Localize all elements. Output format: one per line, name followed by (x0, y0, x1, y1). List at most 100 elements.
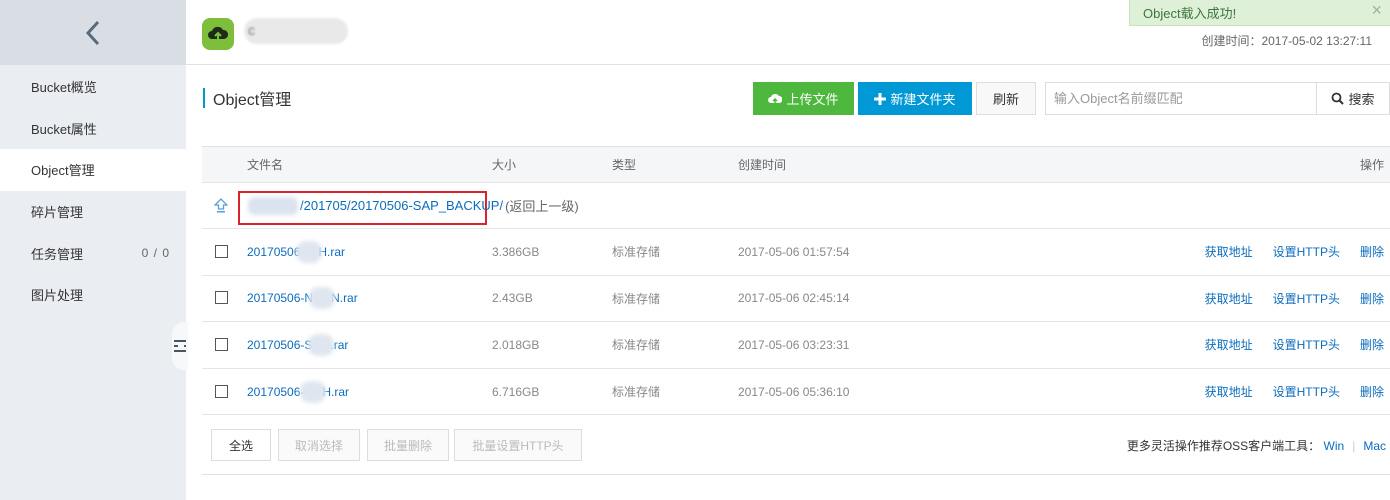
redacted-name (300, 380, 327, 403)
file-name[interactable]: 20170506-N N.rar (247, 276, 358, 322)
search-button[interactable]: 搜索 (1317, 82, 1390, 115)
parent-directory-row[interactable]: /201705/20170506-SAP_BACKUP/ (返回上一级) (202, 183, 1390, 229)
search-icon (1332, 92, 1345, 105)
bucket-name-redacted: c (244, 18, 348, 44)
file-storage-type: 标准存储 (612, 245, 661, 260)
page-title: Object管理 (203, 88, 291, 109)
up-arrow-icon[interactable] (214, 197, 228, 214)
current-path-link[interactable]: /201705/20170506-SAP_BACKUP/ (300, 198, 503, 213)
cancel-selection-button[interactable]: 取消选择 (278, 429, 360, 461)
set-http-header-link[interactable]: 设置HTTP头 (1273, 243, 1340, 260)
upload-label: 上传文件 (786, 92, 839, 107)
plus-icon (874, 92, 887, 105)
column-header-type: 类型 (612, 158, 637, 172)
sidebar-item-label: 任务管理 (31, 246, 84, 262)
delete-link[interactable]: 删除 (1360, 290, 1384, 307)
column-header-size: 大小 (492, 158, 517, 172)
close-icon[interactable]: × (1371, 0, 1382, 21)
file-size: 2.43GB (492, 291, 533, 306)
row-checkbox[interactable] (215, 337, 228, 351)
sidebar-item-fragment-management[interactable]: 碎片管理 (0, 191, 186, 233)
file-created-time: 2017-05-06 02:45:14 (738, 291, 850, 306)
toast-message: Object载入成功! (1143, 6, 1237, 21)
row-checkbox[interactable] (215, 244, 228, 258)
sidebar: Bucket概览 Bucket属性 Object管理 碎片管理 任务管理 0 / … (0, 0, 186, 500)
sidebar-item-bucket-overview[interactable]: Bucket概览 (0, 66, 186, 108)
redacted-path (248, 196, 298, 215)
table-row: 20170506 H.rar 3.386GB 标准存储 2017-05-06 01… (202, 229, 1390, 276)
file-storage-type: 标准存储 (612, 338, 661, 353)
sidebar-item-image-processing[interactable]: 图片处理 (0, 274, 186, 316)
redacted-name (308, 333, 335, 356)
get-url-link[interactable]: 获取地址 (1205, 290, 1253, 307)
get-url-link[interactable]: 获取地址 (1205, 336, 1253, 353)
row-actions: 获取地址 设置HTTP头 删除 (1185, 276, 1384, 322)
sidebar-item-task-management[interactable]: 任务管理 0 / 0 (0, 232, 186, 274)
object-table: 文件名 大小 类型 创建时间 操作 /201705/20170506-SAP_B… (202, 146, 1390, 416)
win-client-link[interactable]: Win (1324, 439, 1345, 453)
delete-link[interactable]: 删除 (1360, 383, 1384, 400)
table-row: 20170506-N N.rar 2.43GB 标准存储 2017-05-06 0… (202, 276, 1390, 323)
get-url-link[interactable]: 获取地址 (1205, 243, 1253, 260)
file-name-suffix[interactable]: H.rar (322, 385, 349, 399)
table-row: 20170506-S .rar 2.018GB 标准存储 2017-05-06 0… (202, 322, 1390, 369)
file-name-prefix[interactable]: 20170506-S (247, 338, 312, 352)
search-input[interactable] (1045, 82, 1317, 115)
sidebar-back-area[interactable] (0, 0, 186, 65)
redacted-name (309, 287, 336, 310)
column-header-ops: 操作 (1359, 158, 1384, 172)
file-name[interactable]: 20170506-S .rar (247, 322, 348, 368)
file-name-prefix[interactable]: 20170506 (247, 245, 300, 259)
get-url-link[interactable]: 获取地址 (1205, 383, 1253, 400)
refresh-button[interactable]: 刷新 (976, 82, 1036, 115)
sidebar-item-object-management[interactable]: Object管理 (0, 149, 186, 191)
sidebar-item-label: 图片处理 (31, 288, 84, 304)
table-footer: 全选 取消选择 批量删除 批量设置HTTP头 更多灵活操作推荐OSS客户端工具：… (202, 416, 1390, 475)
chevron-left-icon[interactable] (83, 20, 103, 46)
batch-delete-button[interactable]: 批量删除 (367, 429, 449, 461)
row-actions: 获取地址 设置HTTP头 删除 (1185, 369, 1384, 415)
file-created-time: 2017-05-06 03:23:31 (738, 337, 850, 352)
column-header-time: 创建时间 (738, 158, 787, 172)
row-checkbox[interactable] (215, 291, 228, 305)
menu-collapse-icon (174, 340, 186, 352)
file-name-prefix[interactable]: 20170506-N (247, 291, 313, 305)
search-label: 搜索 (1348, 92, 1375, 107)
client-tool-tip: 更多灵活操作推荐OSS客户端工具： Win | Mac (1127, 437, 1386, 454)
file-size: 3.386GB (492, 244, 540, 259)
file-name[interactable]: 20170506 H.rar (247, 229, 345, 275)
table-header: 文件名 大小 类型 创建时间 操作 (202, 147, 1390, 183)
file-name[interactable]: 20170506- H.rar (247, 369, 349, 415)
set-http-header-link[interactable]: 设置HTTP头 (1273, 383, 1340, 400)
success-toast: Object载入成功! × (1129, 0, 1390, 26)
task-count: 0 / 0 (141, 246, 170, 261)
row-actions: 获取地址 设置HTTP头 删除 (1185, 229, 1384, 275)
separator: | (1352, 439, 1356, 453)
file-name-prefix[interactable]: 20170506- (247, 385, 304, 399)
sidebar-item-label: Object管理 (31, 163, 95, 179)
sidebar-item-label: 碎片管理 (31, 205, 84, 221)
row-checkbox[interactable] (215, 384, 228, 398)
batch-set-http-header-button[interactable]: 批量设置HTTP头 (454, 429, 582, 461)
select-all-button[interactable]: 全选 (211, 429, 271, 461)
file-storage-type: 标准存储 (612, 291, 661, 306)
sidebar-collapse-toggle[interactable] (172, 322, 188, 370)
sidebar-item-bucket-properties[interactable]: Bucket属性 (0, 108, 186, 150)
set-http-header-link[interactable]: 设置HTTP头 (1273, 336, 1340, 353)
set-http-header-link[interactable]: 设置HTTP头 (1273, 290, 1340, 307)
delete-link[interactable]: 删除 (1360, 336, 1384, 353)
delete-link[interactable]: 删除 (1360, 243, 1384, 260)
parent-path[interactable]: /201705/20170506-SAP_BACKUP/ (返回上一级) (248, 183, 579, 228)
file-name-suffix[interactable]: N.rar (331, 291, 358, 305)
upload-file-button[interactable]: 上传文件 (753, 82, 854, 115)
file-created-time: 2017-05-06 05:36:10 (738, 384, 850, 399)
file-name-suffix[interactable]: H.rar (318, 245, 345, 259)
redacted-name (296, 240, 323, 263)
created-time: 创建时间：2017-05-02 13:27:11 (1201, 34, 1372, 48)
mac-client-link[interactable]: Mac (1363, 439, 1386, 453)
file-size: 6.716GB (492, 384, 540, 399)
cloud-upload-icon (202, 18, 234, 50)
new-folder-button[interactable]: 新建文件夹 (858, 82, 972, 115)
back-to-parent-label[interactable]: (返回上一级) (505, 196, 579, 215)
sidebar-item-label: Bucket概览 (31, 80, 97, 96)
